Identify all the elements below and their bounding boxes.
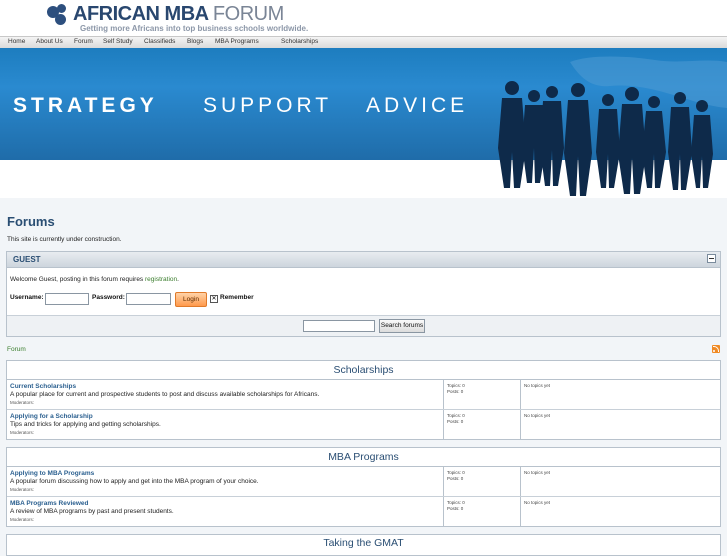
forum-stats: Topics: 0 Posts: 0 (443, 497, 521, 526)
nav-self-study[interactable]: Self Study (103, 38, 133, 45)
forum-name[interactable]: MBA Programs Reviewed (10, 500, 89, 507)
forum-last-post: No topics yet (520, 380, 721, 409)
topics-count: Topics: 0 (447, 470, 465, 475)
forum-last-post: No topics yet (520, 410, 721, 439)
forum-stats: Topics: 0 Posts: 0 (443, 380, 521, 409)
nav-blogs[interactable]: Blogs (187, 38, 203, 45)
forum-name[interactable]: Applying to MBA Programs (10, 470, 94, 477)
forum-moderators: Moderators: (10, 487, 35, 492)
last-post-text: No topics yet (524, 383, 551, 388)
welcome-text: Welcome Guest, posting in this forum req… (10, 276, 179, 283)
forum-name[interactable]: Applying for a Scholarship (10, 413, 93, 420)
welcome-message: Welcome Guest, posting in this forum req… (10, 276, 145, 283)
username-input[interactable] (45, 293, 89, 305)
welcome-period: . (177, 276, 179, 283)
remember-checkbox[interactable]: ✕ (210, 295, 218, 303)
forum-info: Applying to MBA Programs A popular forum… (7, 467, 443, 496)
business-people-image (498, 56, 727, 196)
forum-stats: Topics: 0 Posts: 0 (443, 467, 521, 496)
construction-notice: This site is currently under constructio… (7, 236, 122, 243)
site-header: AFRICAN MBA FORUM Getting more Africans … (0, 0, 727, 36)
site-brand[interactable]: AFRICAN MBA FORUM (73, 3, 284, 26)
search-input[interactable] (303, 320, 375, 332)
rss-feed-icon[interactable] (712, 345, 720, 353)
forum-last-post: No topics yet (520, 497, 721, 526)
search-bar: Search forums (7, 316, 720, 336)
forum-last-post: No topics yet (520, 467, 721, 496)
globe-logo-icon (47, 4, 69, 26)
forum-info: Applying for a Scholarship Tips and tric… (7, 410, 443, 439)
category-scholarships: Scholarships Current Scholarships A popu… (6, 360, 721, 440)
registration-link[interactable]: registration (145, 276, 177, 283)
nav-home[interactable]: Home (8, 38, 25, 45)
password-input[interactable] (126, 293, 171, 305)
forum-description: A review of MBA programs by past and pre… (10, 508, 174, 515)
banner-word-advice: ADVICE (366, 94, 469, 117)
forum-row: MBA Programs Reviewed A review of MBA pr… (7, 497, 720, 526)
posts-count: Posts: 0 (447, 476, 464, 481)
forum-moderators: Moderators: (10, 430, 35, 435)
logo[interactable] (47, 4, 69, 26)
last-post-text: No topics yet (524, 500, 551, 505)
remember-label: Remember (220, 294, 254, 301)
guest-title: GUEST (13, 255, 41, 264)
forum-stats: Topics: 0 Posts: 0 (443, 410, 521, 439)
forum-moderators: Moderators: (10, 517, 35, 522)
nav-forum[interactable]: Forum (74, 38, 93, 45)
site-tagline: Getting more Africans into top business … (80, 24, 309, 33)
brand-main: AFRICAN MBA (73, 3, 208, 25)
banner-word-strategy: STRATEGY (13, 94, 158, 117)
posts-count: Posts: 0 (447, 389, 464, 394)
posts-count: Posts: 0 (447, 506, 464, 511)
last-post-text: No topics yet (524, 413, 551, 418)
topics-count: Topics: 0 (447, 500, 465, 505)
category-title[interactable]: Scholarships (7, 361, 720, 380)
hero-banner: STRATEGY SUPPORT ADVICE (0, 48, 727, 198)
login-button[interactable]: Login (175, 292, 207, 307)
category-mba-programs: MBA Programs Applying to MBA Programs A … (6, 447, 721, 527)
category-title[interactable]: Taking the GMAT (7, 535, 720, 553)
forum-description: Tips and tricks for applying and getting… (10, 421, 161, 428)
username-label: Username: (10, 294, 44, 301)
page-title: Forums (7, 214, 55, 229)
guest-login-panel: GUEST Welcome Guest, posting in this for… (6, 251, 721, 337)
search-forums-button[interactable]: Search forums (379, 319, 425, 333)
forum-moderators: Moderators: (10, 400, 35, 405)
topics-count: Topics: 0 (447, 383, 465, 388)
forum-name[interactable]: Current Scholarships (10, 383, 76, 390)
forum-row: Applying to MBA Programs A popular forum… (7, 467, 720, 497)
breadcrumb[interactable]: Forum (7, 346, 26, 353)
forum-description: A popular forum discussing how to apply … (10, 478, 259, 485)
forum-info: MBA Programs Reviewed A review of MBA pr… (7, 497, 443, 526)
nav-about-us[interactable]: About Us (36, 38, 63, 45)
category-taking-the-gmat: Taking the GMAT (6, 534, 721, 556)
forum-row: Current Scholarships A popular place for… (7, 380, 720, 410)
guest-panel-body: Welcome Guest, posting in this forum req… (7, 268, 720, 316)
guest-panel-header: GUEST (7, 252, 720, 268)
forum-description: A popular place for current and prospect… (10, 391, 320, 398)
collapse-icon[interactable] (707, 254, 716, 263)
forum-info: Current Scholarships A popular place for… (7, 380, 443, 409)
brand-thin: FORUM (212, 3, 284, 25)
nav-mba-programs[interactable]: MBA Programs (215, 38, 259, 45)
category-title[interactable]: MBA Programs (7, 448, 720, 467)
nav-classifieds[interactable]: Classifieds (144, 38, 175, 45)
password-label: Password: (92, 294, 125, 301)
banner-word-support: SUPPORT (203, 94, 333, 117)
last-post-text: No topics yet (524, 470, 551, 475)
topics-count: Topics: 0 (447, 413, 465, 418)
posts-count: Posts: 0 (447, 419, 464, 424)
nav-scholarships[interactable]: Scholarships (281, 38, 318, 45)
forum-row: Applying for a Scholarship Tips and tric… (7, 410, 720, 439)
